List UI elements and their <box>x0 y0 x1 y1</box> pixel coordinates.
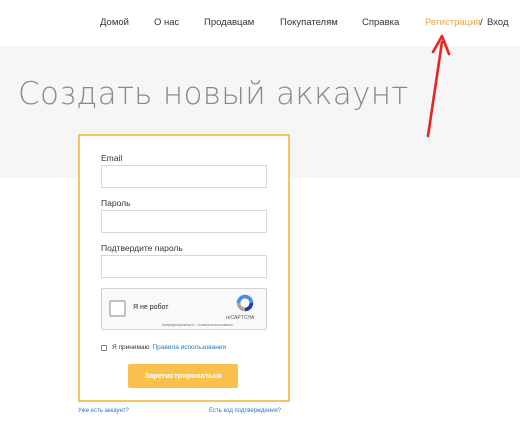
terms-link[interactable]: Правила использования <box>152 344 226 351</box>
terms-row: Я принимаю Правила использования <box>101 344 226 351</box>
nav-home[interactable]: Домой <box>100 17 129 28</box>
captcha-label: Я не робот <box>133 304 169 311</box>
terms-checkbox[interactable] <box>101 344 107 351</box>
captcha-brand: reCAPTCHA <box>226 315 255 321</box>
nav-register[interactable]: Регистрация <box>425 17 481 28</box>
confirm-password-field[interactable] <box>101 255 267 278</box>
recaptcha-widget: Я не робот reCAPTCHA Конфиденциальность … <box>101 288 267 330</box>
captcha-privacy-links[interactable]: Конфиденциальность - Условия использован… <box>162 323 233 327</box>
registration-form: Email Пароль Подтвердите пароль Я не роб… <box>78 134 290 402</box>
nav-about[interactable]: О нас <box>154 17 179 28</box>
nav-login[interactable]: Вход <box>487 17 509 28</box>
captcha-checkbox[interactable] <box>109 300 126 317</box>
email-label: Email <box>101 153 123 163</box>
have-code-link[interactable]: Есть код подтверждения? <box>209 408 281 414</box>
recaptcha-logo-icon <box>236 294 254 312</box>
nav-separator: / <box>480 17 483 28</box>
password-label: Пароль <box>101 198 131 208</box>
password-field[interactable] <box>101 210 267 233</box>
terms-text: Я принимаю <box>112 344 150 351</box>
register-button[interactable]: Зарегистрироваться <box>128 364 238 388</box>
confirm-password-label: Подтвердите пароль <box>101 243 183 253</box>
nav-sellers[interactable]: Продавцам <box>204 17 254 28</box>
top-navigation: Домой О нас Продавцам Покупателям Справк… <box>0 0 520 46</box>
have-account-link[interactable]: Уже есть аккаунт? <box>78 408 129 414</box>
nav-help[interactable]: Справка <box>362 17 399 28</box>
nav-buyers[interactable]: Покупателям <box>280 17 338 28</box>
page-title: Создать новый аккаунт <box>18 76 409 112</box>
email-field[interactable] <box>101 165 267 188</box>
